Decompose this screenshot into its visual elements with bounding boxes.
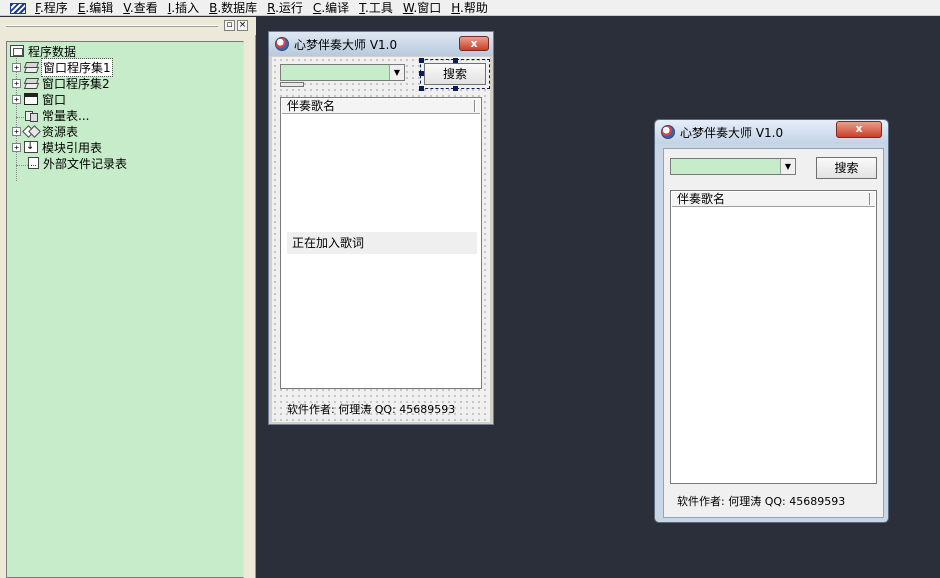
tree-item-modules[interactable]: + 模块引用表 <box>12 139 102 155</box>
designer-title: 心梦伴奏大师 V1.0 <box>294 37 398 52</box>
tree-item-label: 窗口程序集1 <box>41 57 113 77</box>
designer-search-combo[interactable]: ▼ <box>280 64 405 81</box>
tree-connector <box>16 165 28 166</box>
menu-run[interactable]: R.运行 <box>262 1 308 15</box>
song-list-header-label: 伴奏歌名 <box>677 192 726 206</box>
expand-icon[interactable]: + <box>12 94 21 104</box>
preview-search-combo[interactable]: ▼ <box>670 158 796 175</box>
menu-insert-label: .插入 <box>171 0 200 15</box>
tree-item-external-files[interactable]: 外部文件记录表 <box>28 155 127 171</box>
app-icon <box>661 125 675 139</box>
panel-titlebar: ▫ × <box>0 17 256 35</box>
preview-close-button[interactable]: x <box>836 121 882 138</box>
designer-song-list[interactable]: 伴奏歌名 正在加入歌词 <box>280 97 482 389</box>
preview-client: ▼ 搜索 伴奏歌名 软件作者: 何理涛 QQ: 45689593 <box>663 148 884 518</box>
project-panel: ▫ × 程序数据 + 窗口程序集1 + 窗口程序集2 + 窗口 常量表... +… <box>0 17 256 578</box>
tree-item-label: 外部文件记录表 <box>43 156 128 171</box>
designer-hidden-control[interactable] <box>280 82 304 87</box>
panel-grip[interactable] <box>6 25 218 27</box>
menu-compile-label: .编译 <box>321 0 350 15</box>
designer-author-label: 软件作者: 何理涛 QQ: 45689593 <box>287 403 456 416</box>
designer-titlebar: 心梦伴奏大师 V1.0 x <box>269 32 493 56</box>
stack-icon <box>24 61 38 73</box>
menu-program-label: .程序 <box>39 0 68 15</box>
menu-help-key: H <box>451 0 461 15</box>
tree-item-label: 窗口程序集2 <box>42 76 110 91</box>
window-icon <box>24 93 38 105</box>
menu-database[interactable]: B.数据库 <box>204 1 262 15</box>
menu-bar: F.程序 E.编辑 V.查看 I.插入 B.数据库 R.运行 C.编译 T.工具… <box>0 0 940 16</box>
preview-window: 心梦伴奏大师 V1.0 x ▼ 搜索 伴奏歌名 软件作者: 何理涛 QQ: 45… <box>654 119 889 523</box>
menu-program[interactable]: F.程序 <box>30 1 73 15</box>
tree-root-label: 程序数据 <box>28 44 77 59</box>
program-tree: 程序数据 + 窗口程序集1 + 窗口程序集2 + 窗口 常量表... + 资源表… <box>6 41 244 578</box>
menu-help-label: .帮助 <box>460 0 488 15</box>
expand-icon[interactable]: + <box>12 142 21 152</box>
preview-titlebar: 心梦伴奏大师 V1.0 x <box>655 120 888 144</box>
menu-window[interactable]: W.窗口 <box>398 1 446 15</box>
resize-handle[interactable] <box>419 58 424 63</box>
tree-item-label: 资源表 <box>42 124 79 139</box>
project-root-icon <box>10 45 24 57</box>
loading-label: 正在加入歌词 <box>287 232 477 254</box>
menu-run-key: R <box>267 0 276 15</box>
menu-edit[interactable]: E.编辑 <box>73 1 118 15</box>
constant-icon <box>24 109 38 122</box>
preview-song-list[interactable]: 伴奏歌名 <box>670 190 877 484</box>
menu-tools[interactable]: T.工具 <box>354 1 398 15</box>
song-list-header[interactable]: 伴奏歌名 <box>672 192 875 207</box>
pin-icon[interactable]: ▫ <box>224 20 235 31</box>
expand-icon[interactable]: + <box>12 126 21 136</box>
menu-database-label: .数据库 <box>217 0 258 15</box>
preview-author-label: 软件作者: 何理涛 QQ: 45689593 <box>677 495 846 508</box>
app-icon <box>275 37 289 51</box>
menu-view[interactable]: V.查看 <box>118 1 163 15</box>
resize-handle[interactable] <box>453 58 458 63</box>
menu-window-label: .窗口 <box>413 0 442 15</box>
expand-icon[interactable]: + <box>12 62 21 72</box>
designer-canvas[interactable]: ▼ 搜索 伴奏歌名 正在加入歌词 软件作者: 何理涛 QQ: 45689593 <box>272 57 490 422</box>
menu-tools-label: .工具 <box>365 0 393 15</box>
preview-search-button[interactable]: 搜索 <box>816 157 877 179</box>
menu-edit-label: .编辑 <box>85 0 114 15</box>
designer-close-button[interactable]: x <box>459 36 489 51</box>
menu-compile[interactable]: C.编译 <box>308 1 354 15</box>
resize-handle[interactable] <box>419 71 424 76</box>
tree-item-label: 窗口 <box>42 92 67 107</box>
tree-item-window[interactable]: + 窗口 <box>12 91 66 107</box>
preview-title: 心梦伴奏大师 V1.0 <box>680 125 784 140</box>
song-list-header[interactable]: 伴奏歌名 <box>282 99 480 114</box>
module-icon <box>24 141 38 153</box>
resize-handle[interactable] <box>453 86 458 91</box>
tree-item-constants[interactable]: 常量表... <box>24 107 89 123</box>
tree-item-assembly-1[interactable]: + 窗口程序集1 <box>12 57 113 77</box>
tree-item-label: 常量表... <box>42 108 90 123</box>
designer-window: 心梦伴奏大师 V1.0 x ▼ 搜索 伴奏歌名 正在加入歌词 软件作者: 何理涛… <box>268 31 494 425</box>
resize-handle[interactable] <box>419 86 424 91</box>
close-icon[interactable]: × <box>237 20 248 31</box>
menu-view-label: .查看 <box>129 0 158 15</box>
column-separator[interactable] <box>869 193 871 205</box>
chevron-down-icon[interactable]: ▼ <box>389 65 404 80</box>
tree-item-resources[interactable]: + 资源表 <box>12 123 78 139</box>
designer-search-button[interactable]: 搜索 <box>424 63 486 85</box>
resource-icon <box>24 125 38 137</box>
tree-item-label: 模块引用表 <box>42 140 103 155</box>
menu-run-label: .运行 <box>275 0 303 15</box>
song-list-header-label: 伴奏歌名 <box>287 99 336 113</box>
app-logo-icon <box>8 1 30 15</box>
stack-icon <box>24 77 38 89</box>
menu-insert[interactable]: I.插入 <box>163 1 204 15</box>
file-icon <box>28 157 39 169</box>
menu-window-key: W <box>402 0 414 15</box>
menu-view-key: V <box>123 0 130 15</box>
chevron-down-icon[interactable]: ▼ <box>780 159 795 174</box>
expand-icon[interactable]: + <box>12 78 21 88</box>
tree-item-assembly-2[interactable]: + 窗口程序集2 <box>12 75 110 91</box>
tree-root[interactable]: 程序数据 <box>10 43 76 59</box>
column-separator[interactable] <box>474 100 476 112</box>
menu-help[interactable]: H.帮助 <box>446 1 493 15</box>
